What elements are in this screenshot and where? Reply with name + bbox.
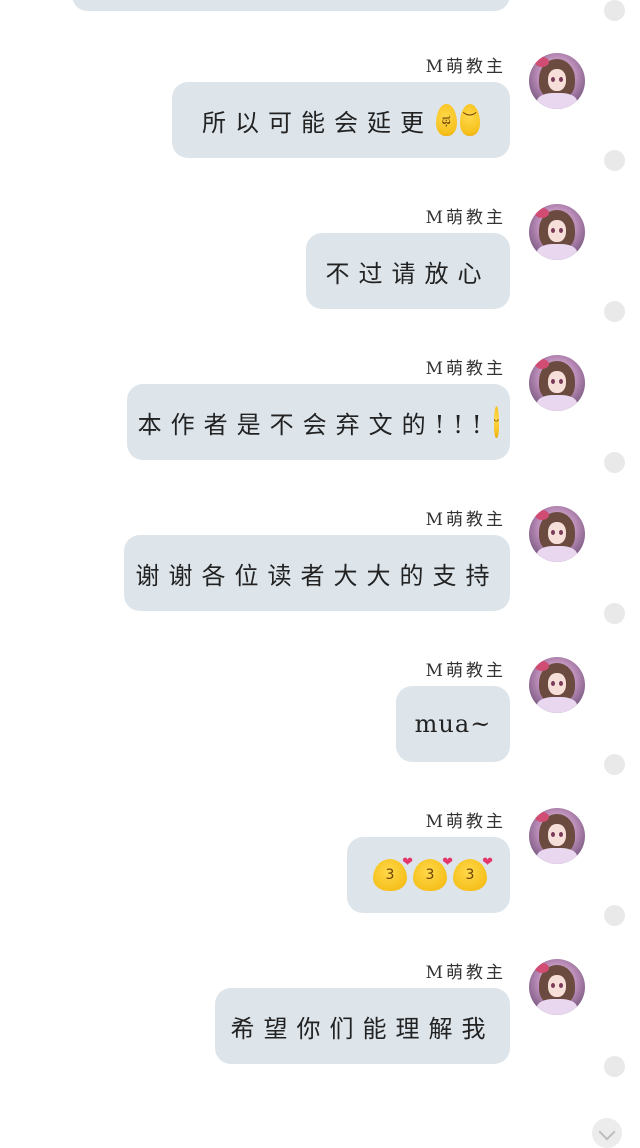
- message-text: 所以可能会延更: [202, 108, 433, 137]
- sender-name: M萌教主: [425, 57, 506, 77]
- kiss-face: 3: [465, 867, 475, 883]
- sender-name: M萌教主: [425, 963, 506, 983]
- scroll-down-button[interactable]: [592, 1118, 622, 1148]
- message-text: 谢谢各位读者大大的支持: [135, 561, 499, 590]
- kiss-heart-blob-emoji: 3 ❤: [373, 856, 413, 891]
- select-circle[interactable]: [604, 452, 625, 473]
- select-circle[interactable]: [604, 603, 625, 624]
- message-text: 不过请放心: [325, 259, 491, 288]
- message-row: M萌教主 不过请放心: [0, 203, 640, 354]
- select-circle[interactable]: [604, 0, 625, 21]
- message-row: M萌教主 mua~: [0, 656, 640, 807]
- wink-blob-emoji: ᵕ: [493, 406, 500, 438]
- avatar[interactable]: [529, 808, 585, 864]
- avatar[interactable]: [529, 506, 585, 562]
- heart-icon: ❤: [442, 855, 453, 870]
- message-row: M萌教主 所以可能会延更 ಥ ︶: [0, 52, 640, 203]
- avatar[interactable]: [529, 204, 585, 260]
- sender-name: M萌教主: [425, 359, 506, 379]
- heart-icon: ❤: [402, 855, 413, 870]
- message-row: M萌教主 本作者是不会弃文的!!! ᵕ: [0, 354, 640, 505]
- avatar[interactable]: [529, 657, 585, 713]
- crying-blob-emoji: ಥ: [436, 104, 457, 136]
- message-row: M萌教主 3 ❤ 3 ❤ 3 ❤: [0, 807, 640, 958]
- message-bubble[interactable]: 所以可能会延更 ಥ ︶: [172, 82, 510, 158]
- select-circle[interactable]: [604, 905, 625, 926]
- message-bubble[interactable]: 本作者是不会弃文的!!! ᵕ: [127, 384, 510, 460]
- sender-name: M萌教主: [425, 510, 506, 530]
- message-text: 希望你们能理解我: [230, 1014, 495, 1043]
- message-row: M萌教主 谢谢各位读者大大的支持: [0, 505, 640, 656]
- heart-icon: ❤: [482, 855, 493, 870]
- kiss-heart-blob-emoji: 3 ❤: [413, 856, 453, 891]
- previous-message-bubble[interactable]: [72, 0, 510, 11]
- message-bubble[interactable]: 3 ❤ 3 ❤ 3 ❤: [347, 837, 510, 913]
- message-bubble[interactable]: mua~: [396, 686, 510, 762]
- avatar[interactable]: [529, 959, 585, 1015]
- message-bubble[interactable]: 希望你们能理解我: [215, 988, 510, 1064]
- avatar[interactable]: [529, 355, 585, 411]
- kiss-face: 3: [385, 867, 395, 883]
- kiss-heart-blob-emoji: 3 ❤: [453, 856, 493, 891]
- select-circle[interactable]: [604, 1056, 625, 1077]
- sender-name: M萌教主: [425, 661, 506, 681]
- avatar[interactable]: [529, 53, 585, 109]
- select-circle[interactable]: [604, 754, 625, 775]
- sender-name: M萌教主: [425, 208, 506, 228]
- select-circle[interactable]: [604, 150, 625, 171]
- sad-blob-emoji: ︶: [459, 104, 480, 136]
- message-bubble[interactable]: 不过请放心: [306, 233, 510, 309]
- message-row: M萌教主 希望你们能理解我: [0, 958, 640, 1109]
- select-circle[interactable]: [604, 301, 625, 322]
- message-text: mua~: [414, 710, 492, 738]
- kiss-face: 3: [425, 867, 435, 883]
- sender-name: M萌教主: [425, 812, 506, 832]
- message-bubble[interactable]: 谢谢各位读者大大的支持: [124, 535, 510, 611]
- message-text: 本作者是不会弃文的!!!: [137, 410, 491, 439]
